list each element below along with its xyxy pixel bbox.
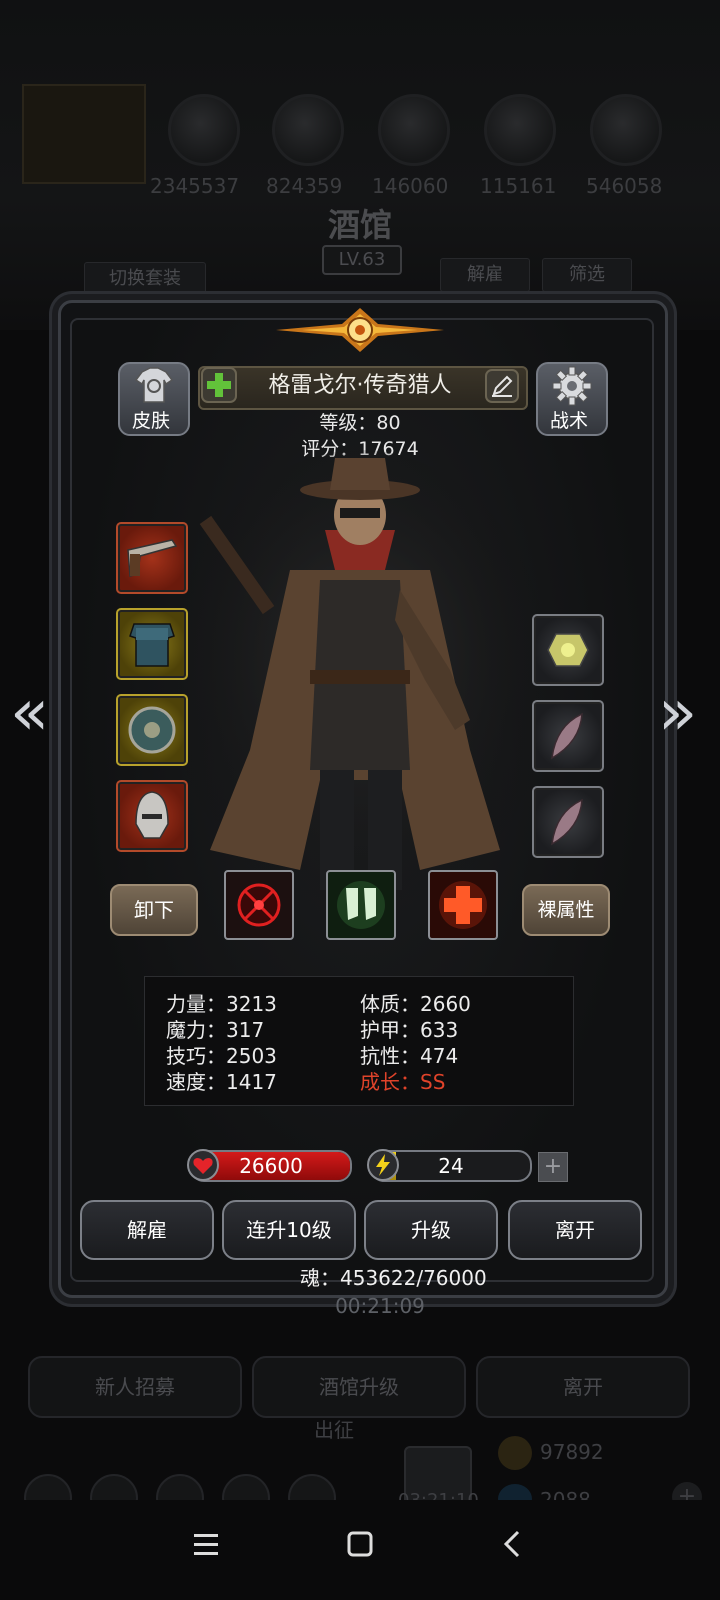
plus-icon <box>201 367 237 403</box>
resource-icon-1 <box>168 94 240 166</box>
edit-name-button[interactable] <box>484 368 520 404</box>
gold-count: 97892 <box>540 1440 604 1464</box>
home-icon[interactable] <box>340 1524 380 1564</box>
crosshair-icon <box>237 883 281 927</box>
heal-cross-icon <box>439 881 487 929</box>
hero-portrait <box>170 450 550 910</box>
stat-strength: 力量：3213 <box>166 992 277 1016</box>
add-hero-button[interactable] <box>200 366 238 404</box>
resource-icon-5 <box>590 94 662 166</box>
boots-icon <box>337 881 385 929</box>
gem-slot[interactable] <box>532 614 604 686</box>
amulet-icon <box>128 706 176 754</box>
weapon-slot[interactable] <box>116 522 188 594</box>
bg-dismiss-button[interactable]: 解雇 <box>440 258 530 292</box>
stat-growth: 成长：SS <box>360 1070 446 1094</box>
lightning-icon <box>367 1149 399 1181</box>
stat-constitution: 体质：2660 <box>360 992 471 1016</box>
feather-slot-1[interactable] <box>532 700 604 772</box>
tavern-level: LV.63 <box>322 245 402 275</box>
feather-slot-2[interactable] <box>532 786 604 858</box>
resource-count-5: 546058 <box>586 174 663 198</box>
add-energy-button[interactable]: + <box>538 1152 568 1182</box>
tavern-upgrade-button[interactable]: 酒馆升级 <box>252 1356 466 1418</box>
heart-icon <box>187 1149 219 1181</box>
helmet-slot[interactable] <box>116 780 188 852</box>
feather-icon <box>551 798 583 846</box>
resource-icon-2 <box>272 94 344 166</box>
back-icon[interactable] <box>494 1524 534 1564</box>
dismiss-button[interactable]: 解雇 <box>80 1200 214 1260</box>
hero-level: 等级：80 <box>319 412 401 434</box>
amulet-slot[interactable] <box>116 694 188 766</box>
hero-name: 格雷戈尔·传奇猎人 <box>268 373 452 398</box>
pistol-icon <box>127 539 178 577</box>
upgrade-button[interactable]: 升级 <box>364 1200 498 1260</box>
gem-icon <box>547 633 589 667</box>
prev-hero-chevron-icon[interactable]: « <box>10 676 49 750</box>
depart-label: 出征 <box>314 1418 354 1442</box>
gear-icon <box>552 366 592 406</box>
stat-armor: 护甲：633 <box>360 1018 459 1042</box>
bg-leave-button[interactable]: 离开 <box>476 1356 690 1418</box>
leave-button[interactable]: 离开 <box>508 1200 642 1260</box>
stat-magic: 魔力：317 <box>166 1018 265 1042</box>
recruit-button[interactable]: 新人招募 <box>28 1356 242 1418</box>
skill-slot-3[interactable] <box>428 870 498 940</box>
panel-emblem-icon <box>276 308 444 352</box>
upgrade-10-button[interactable]: 连升10级 <box>222 1200 356 1260</box>
armor-slot[interactable] <box>116 608 188 680</box>
resource-icon-3 <box>378 94 450 166</box>
stat-skill: 技巧：2503 <box>166 1044 277 1068</box>
gold-icon <box>498 1436 532 1470</box>
armor-icon <box>129 623 175 667</box>
feather-icon <box>551 712 583 760</box>
stat-resist: 抗性：474 <box>360 1044 459 1068</box>
switch-outfit-button[interactable]: 切换套装 <box>84 262 206 296</box>
timer: 00:21:09 <box>335 1294 425 1318</box>
shirt-icon <box>134 367 174 403</box>
pencil-icon <box>485 369 519 403</box>
helmet-icon <box>135 791 169 839</box>
resource-count-4: 115161 <box>480 174 557 198</box>
bare-attributes-button[interactable]: 裸属性 <box>522 884 610 936</box>
stat-speed: 速度：1417 <box>166 1070 277 1094</box>
skill-slot-2[interactable] <box>326 870 396 940</box>
background-avatar <box>22 84 146 184</box>
filter-button[interactable]: 筛选 <box>542 258 632 292</box>
plus-icon: + <box>543 1154 563 1179</box>
resource-count-2: 824359 <box>266 174 343 198</box>
skin-label: 皮肤 <box>131 410 170 432</box>
resource-icon-4 <box>484 94 556 166</box>
next-hero-chevron-icon[interactable]: » <box>658 676 697 750</box>
menu-icon[interactable] <box>186 1524 226 1564</box>
unequip-button[interactable]: 卸下 <box>110 884 198 936</box>
soul-counter: 魂：453622/76000 <box>300 1266 487 1290</box>
tactics-label: 战术 <box>549 410 588 432</box>
resource-count-1: 2345537 <box>150 174 240 198</box>
tavern-title: 酒馆 <box>327 206 392 244</box>
skill-slot-1[interactable] <box>224 870 294 940</box>
resource-count-3: 146060 <box>372 174 449 198</box>
